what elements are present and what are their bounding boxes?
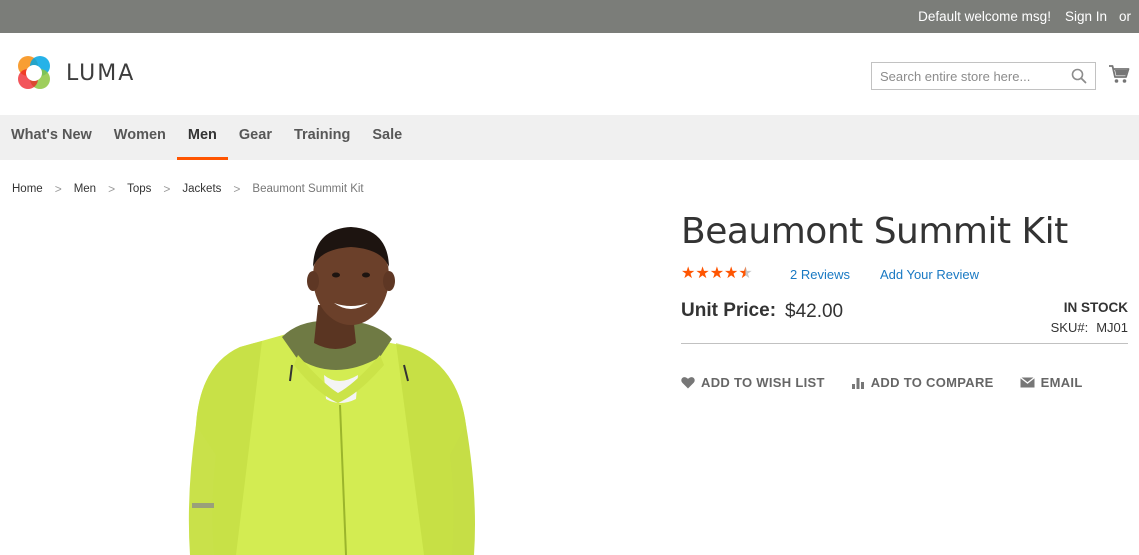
top-bar: Default welcome msg! Sign In or xyxy=(0,0,1139,33)
star-icon: ★ xyxy=(695,265,710,282)
nav-link-gear[interactable]: Gear xyxy=(228,115,283,160)
divider xyxy=(681,343,1128,344)
compare-label: ADD TO COMPARE xyxy=(870,375,994,390)
logo[interactable]: LUMA xyxy=(14,53,135,93)
breadcrumb-men[interactable]: Men xyxy=(74,183,96,195)
sku-value: MJ01 xyxy=(1096,320,1128,335)
add-to-compare-button[interactable]: ADD TO COMPARE xyxy=(851,375,994,390)
heart-icon xyxy=(681,377,695,389)
wishlist-label: ADD TO WISH LIST xyxy=(701,375,825,390)
search-input[interactable] xyxy=(872,63,1062,89)
nav-item-sale: Sale xyxy=(361,115,413,160)
header-links: Default welcome msg! Sign In or xyxy=(906,0,1131,33)
nav-item-training: Training xyxy=(283,115,361,160)
breadcrumb-separator-icon: > xyxy=(54,182,62,196)
sign-in-link[interactable]: Sign In xyxy=(1065,9,1107,24)
nav-item-gear: Gear xyxy=(228,115,283,160)
stock-status: IN STOCK xyxy=(1063,300,1128,315)
breadcrumb-jackets[interactable]: Jackets xyxy=(182,183,221,195)
search-box xyxy=(871,62,1096,90)
main-navigation: What's New Women Men Gear Training Sale xyxy=(0,115,1139,160)
breadcrumb-tops[interactable]: Tops xyxy=(127,183,151,195)
search-icon[interactable] xyxy=(1071,68,1087,84)
product-info: Beaumont Summit Kit ★ ★ ★ ★ ★ 2 Reviews … xyxy=(681,210,1128,390)
luma-logo-icon xyxy=(18,56,50,89)
sku: SKU#: MJ01 xyxy=(1051,320,1128,335)
nav-item-women: Women xyxy=(103,115,177,160)
compare-chart-icon xyxy=(851,378,864,389)
breadcrumb: Home > Men > Tops > Jackets > Beaumont S… xyxy=(12,182,364,196)
reviews-link[interactable]: 2 Reviews xyxy=(790,267,850,282)
email-button[interactable]: EMAIL xyxy=(1019,375,1083,390)
envelope-icon xyxy=(1019,377,1035,388)
page-title: Beaumont Summit Kit xyxy=(681,211,1068,252)
product-social-links: ADD TO WISH LIST ADD TO COMPARE EMAIL xyxy=(681,375,1109,390)
brand-name: LUMA xyxy=(66,60,136,86)
add-to-wishlist-button[interactable]: ADD TO WISH LIST xyxy=(681,375,825,390)
product-image[interactable] xyxy=(0,215,660,555)
or-text: or xyxy=(1118,9,1131,24)
nav-item-whats-new: What's New xyxy=(0,115,103,160)
header: LUMA xyxy=(0,33,1139,115)
breadcrumb-separator-icon: > xyxy=(108,182,116,196)
cart-icon[interactable] xyxy=(1108,63,1130,85)
nav-item-men: Men xyxy=(176,115,228,160)
star-icon: ★ xyxy=(681,265,696,282)
welcome-message: Default welcome msg! xyxy=(918,9,1051,24)
price-section: Unit Price: $42.00 IN STOCK SKU#: MJ01 xyxy=(681,300,1128,342)
breadcrumb-home[interactable]: Home xyxy=(12,183,43,195)
nav-link-women[interactable]: Women xyxy=(103,115,177,160)
email-label: EMAIL xyxy=(1040,375,1083,390)
star-icon: ★ xyxy=(724,265,739,282)
unit-price: $42.00 xyxy=(785,301,844,322)
half-star-icon: ★ xyxy=(738,265,753,282)
nav-link-sale[interactable]: Sale xyxy=(361,115,413,160)
unit-price-label: Unit Price: xyxy=(681,300,777,321)
nav-link-whats-new[interactable]: What's New xyxy=(0,115,103,160)
product-photo xyxy=(188,227,475,555)
star-icon: ★ xyxy=(709,265,725,282)
sku-label: SKU#: xyxy=(1050,320,1089,335)
nav-link-training[interactable]: Training xyxy=(283,115,361,160)
rating-stars: ★ ★ ★ ★ ★ xyxy=(681,266,761,282)
breadcrumb-separator-icon: > xyxy=(163,182,171,196)
add-review-link[interactable]: Add Your Review xyxy=(880,267,979,282)
nav-link-men[interactable]: Men xyxy=(177,115,228,160)
breadcrumb-separator-icon: > xyxy=(233,182,241,196)
review-summary: ★ ★ ★ ★ ★ 2 Reviews Add Your Review xyxy=(681,266,979,282)
breadcrumb-current: Beaumont Summit Kit xyxy=(252,183,364,195)
